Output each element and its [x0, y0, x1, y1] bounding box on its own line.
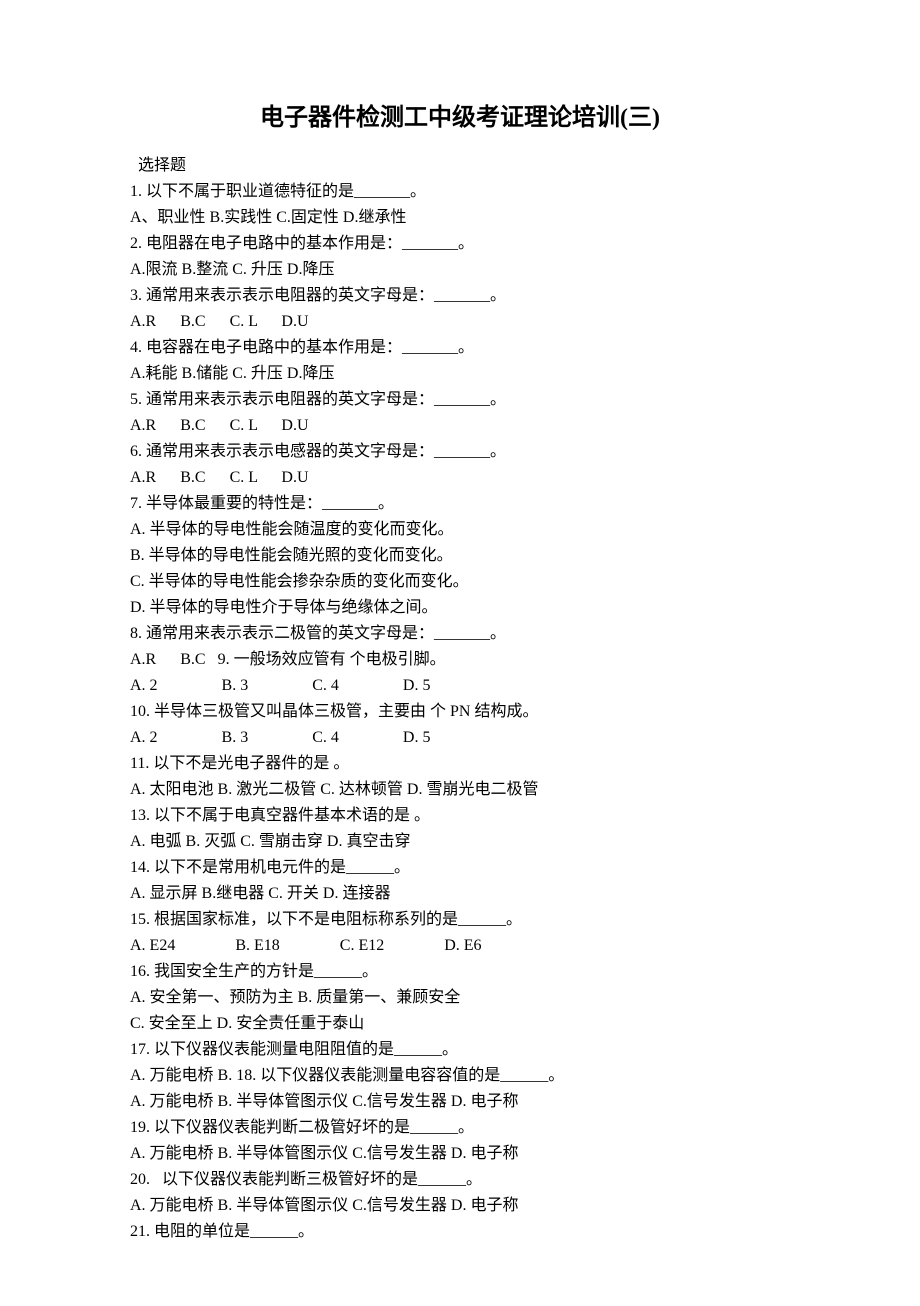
text-line: A. 万能电桥 B. 半导体管图示仪 C.信号发生器 D. 电子称 — [130, 1194, 790, 1218]
text-line: 7. 半导体最重要的特性是：_______。 — [130, 492, 790, 516]
text-line: 19. 以下仪器仪表能判断二极管好坏的是______。 — [130, 1116, 790, 1140]
text-line: 6. 通常用来表示表示电感器的英文字母是：_______。 — [130, 440, 790, 464]
text-line: A. E24 B. E18 C. E12 D. E6 — [130, 934, 790, 958]
text-line: A.耗能 B.储能 C. 升压 D.降压 — [130, 362, 790, 386]
section-label: 选择题 — [130, 154, 790, 178]
text-line: A.R B.C 9. 一般场效应管有 个电极引脚。 — [130, 648, 790, 672]
text-line: 21. 电阻的单位是______。 — [130, 1220, 790, 1244]
text-line: A. 万能电桥 B. 半导体管图示仪 C.信号发生器 D. 电子称 — [130, 1142, 790, 1166]
text-line: 20. 以下仪器仪表能判断三极管好坏的是______。 — [130, 1168, 790, 1192]
text-line: 5. 通常用来表示表示电阻器的英文字母是：_______。 — [130, 388, 790, 412]
text-line: A. 电弧 B. 灭弧 C. 雪崩击穿 D. 真空击穿 — [130, 830, 790, 854]
text-line: 10. 半导体三极管又叫晶体三极管，主要由 个 PN 结构成。 — [130, 700, 790, 724]
text-line: 14. 以下不是常用机电元件的是______。 — [130, 856, 790, 880]
document-title: 电子器件检测工中级考证理论培训(三) — [130, 100, 790, 136]
text-line: A. 太阳电池 B. 激光二极管 C. 达林顿管 D. 雪崩光电二极管 — [130, 778, 790, 802]
text-line: 11. 以下不是光电子器件的是 。 — [130, 752, 790, 776]
text-line: A. 2 B. 3 C. 4 D. 5 — [130, 726, 790, 750]
text-line: 8. 通常用来表示表示二极管的英文字母是：_______。 — [130, 622, 790, 646]
text-line: A. 2 B. 3 C. 4 D. 5 — [130, 674, 790, 698]
text-line: D. 半导体的导电性介于导体与绝缘体之间。 — [130, 596, 790, 620]
text-line: 2. 电阻器在电子电路中的基本作用是：_______。 — [130, 232, 790, 256]
text-line: 13. 以下不属于电真空器件基本术语的是 。 — [130, 804, 790, 828]
text-line: 4. 电容器在电子电路中的基本作用是：_______。 — [130, 336, 790, 360]
text-line: A.R B.C C. L D.U — [130, 414, 790, 438]
text-line: A.R B.C C. L D.U — [130, 466, 790, 490]
text-line: 17. 以下仪器仪表能测量电阻阻值的是______。 — [130, 1038, 790, 1062]
text-line: A.R B.C C. L D.U — [130, 310, 790, 334]
text-line: A、职业性 B.实践性 C.固定性 D.继承性 — [130, 206, 790, 230]
text-line: A. 显示屏 B.继电器 C. 开关 D. 连接器 — [130, 882, 790, 906]
text-line: 15. 根据国家标准，以下不是电阻标称系列的是______。 — [130, 908, 790, 932]
text-line: A. 万能电桥 B. 半导体管图示仪 C.信号发生器 D. 电子称 — [130, 1090, 790, 1114]
text-line: A. 半导体的导电性能会随温度的变化而变化。 — [130, 518, 790, 542]
text-line: C. 安全至上 D. 安全责任重于泰山 — [130, 1012, 790, 1036]
question-list: 1. 以下不属于职业道德特征的是_______。A、职业性 B.实践性 C.固定… — [130, 180, 790, 1244]
text-line: A. 万能电桥 B. 18. 以下仪器仪表能测量电容容值的是______。 — [130, 1064, 790, 1088]
text-line: 1. 以下不属于职业道德特征的是_______。 — [130, 180, 790, 204]
text-line: 16. 我国安全生产的方针是______。 — [130, 960, 790, 984]
text-line: A.限流 B.整流 C. 升压 D.降压 — [130, 258, 790, 282]
text-line: 3. 通常用来表示表示电阻器的英文字母是：_______。 — [130, 284, 790, 308]
text-line: A. 安全第一、预防为主 B. 质量第一、兼顾安全 — [130, 986, 790, 1010]
text-line: B. 半导体的导电性能会随光照的变化而变化。 — [130, 544, 790, 568]
text-line: C. 半导体的导电性能会掺杂杂质的变化而变化。 — [130, 570, 790, 594]
